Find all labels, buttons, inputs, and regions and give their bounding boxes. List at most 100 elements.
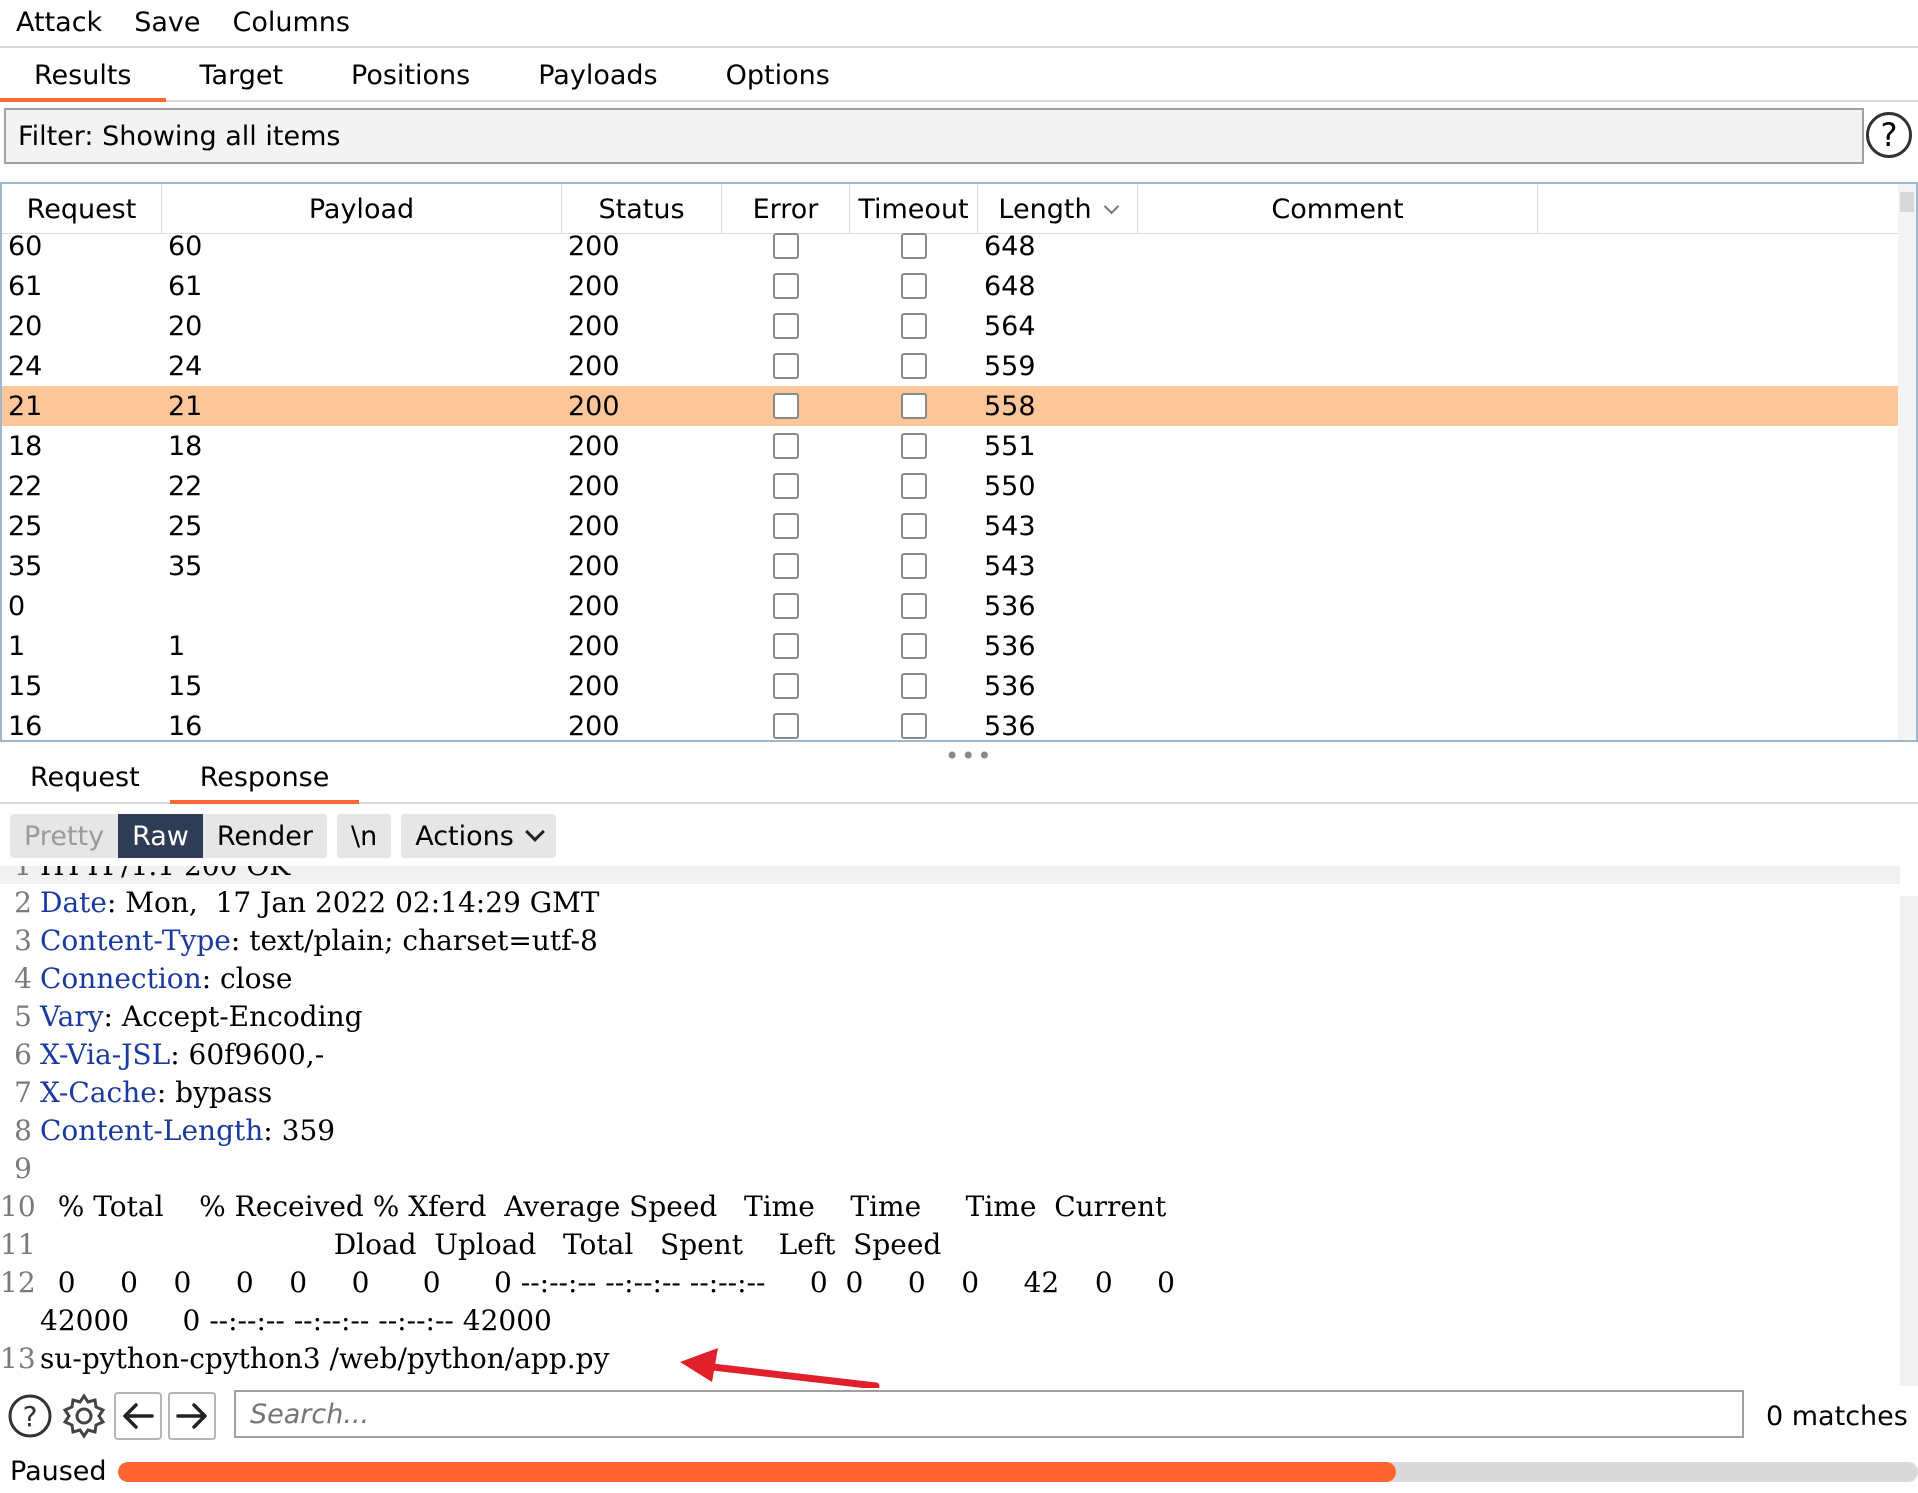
cell-length: 536	[984, 590, 1036, 622]
cell-length: 558	[984, 390, 1036, 422]
help-icon[interactable]: ?	[6, 1392, 54, 1440]
timeout-checkbox[interactable]	[901, 273, 927, 299]
cell-payload: 25	[168, 510, 203, 542]
error-checkbox[interactable]	[773, 593, 799, 619]
error-checkbox[interactable]	[773, 353, 799, 379]
cell-comment	[1138, 626, 1538, 666]
error-checkbox[interactable]	[773, 233, 799, 259]
table-row[interactable]: 16 16 200 536	[2, 706, 1902, 741]
table-row[interactable]: 25 25 200 543	[2, 506, 1902, 546]
tab-results[interactable]: Results	[0, 50, 166, 102]
error-cell	[722, 506, 850, 546]
raw-button[interactable]: Raw	[118, 814, 203, 858]
filter-bar[interactable]: Filter: Showing all items	[4, 108, 1864, 164]
table-scrollbar-thumb[interactable]	[1900, 192, 1914, 212]
code-line: 2 Date: Mon, 17 Jan 2022 02:14:29 GMT	[0, 883, 599, 921]
error-checkbox[interactable]	[773, 673, 799, 699]
error-checkbox[interactable]	[773, 713, 799, 739]
header-value: : bypass	[156, 1075, 273, 1109]
line-number: 2	[14, 885, 32, 919]
table-row[interactable]: 35 35 200 543	[2, 546, 1902, 586]
table-scrollbar[interactable]	[1898, 184, 1916, 740]
cell-payload: 60	[168, 230, 203, 262]
header-value: : 60f9600,-	[170, 1037, 325, 1071]
header-value: : 359	[263, 1113, 336, 1147]
timeout-checkbox[interactable]	[901, 433, 927, 459]
error-cell	[722, 346, 850, 386]
code-line: 6 X-Via-JSL: 60f9600,-	[0, 1035, 324, 1073]
error-checkbox[interactable]	[773, 633, 799, 659]
table-row[interactable]: 1 1 200 536	[2, 626, 1902, 666]
menu-save[interactable]: Save	[118, 0, 216, 47]
cell-request: 35	[8, 550, 43, 582]
editor-scrollbar[interactable]	[1900, 896, 1918, 1386]
table-row[interactable]: 61 61 200 648	[2, 266, 1902, 306]
error-checkbox[interactable]	[773, 313, 799, 339]
header-value: : close	[201, 961, 293, 995]
filter-help-icon[interactable]: ?	[1866, 112, 1912, 158]
error-checkbox[interactable]	[773, 513, 799, 539]
line-number: 8	[14, 1113, 32, 1147]
cell-length: 648	[984, 230, 1036, 262]
line-number: 3	[14, 923, 32, 957]
body-text: 0 0 0 0 0 0 0 0 --:--:-- --:--:-- --:--:…	[40, 1265, 1175, 1299]
newline-toggle-button[interactable]: \n	[337, 814, 392, 858]
cell-status: 200	[568, 430, 620, 462]
timeout-checkbox[interactable]	[901, 393, 927, 419]
arrow-right-icon[interactable]	[168, 1392, 216, 1440]
menu-columns[interactable]: Columns	[216, 0, 365, 47]
table-row[interactable]: 60 60 200 648	[2, 226, 1902, 266]
menu-attack[interactable]: Attack	[0, 0, 118, 47]
timeout-checkbox[interactable]	[901, 473, 927, 499]
timeout-cell	[850, 506, 978, 546]
error-checkbox[interactable]	[773, 273, 799, 299]
table-row[interactable]: 18 18 200 551	[2, 426, 1902, 466]
error-checkbox[interactable]	[773, 473, 799, 499]
tab-target[interactable]: Target	[166, 50, 318, 100]
line-number: 4	[14, 961, 32, 995]
table-row[interactable]: 15 15 200 536	[2, 666, 1902, 706]
tab-positions[interactable]: Positions	[317, 50, 504, 100]
cell-payload: 35	[168, 550, 203, 582]
tab-options[interactable]: Options	[692, 50, 864, 100]
timeout-checkbox[interactable]	[901, 313, 927, 339]
gear-icon[interactable]	[60, 1392, 108, 1440]
render-button[interactable]: Render	[202, 814, 327, 858]
table-row[interactable]: 20 20 200 564	[2, 306, 1902, 346]
error-checkbox[interactable]	[773, 433, 799, 459]
timeout-checkbox[interactable]	[901, 713, 927, 739]
error-cell	[722, 626, 850, 666]
code-line: 10 % Total % Received % Xferd Average Sp…	[0, 1187, 1166, 1225]
column-header-length-label: Length	[998, 193, 1092, 225]
timeout-checkbox[interactable]	[901, 353, 927, 379]
tab-response[interactable]: Response	[169, 752, 360, 804]
code-line: 8 Content-Length: 359	[0, 1111, 335, 1149]
timeout-checkbox[interactable]	[901, 673, 927, 699]
header-name: X-Cache	[40, 1075, 157, 1109]
tab-request[interactable]: Request	[0, 752, 170, 802]
table-row[interactable]: 0 200 536	[2, 586, 1902, 626]
timeout-checkbox[interactable]	[901, 553, 927, 579]
error-checkbox[interactable]	[773, 553, 799, 579]
table-row[interactable]: 22 22 200 550	[2, 466, 1902, 506]
timeout-cell	[850, 466, 978, 506]
table-row[interactable]: 21 21 200 558	[2, 386, 1902, 426]
line-number: 11	[0, 1227, 36, 1261]
timeout-checkbox[interactable]	[901, 593, 927, 619]
line-number: 6	[14, 1037, 32, 1071]
error-cell	[722, 386, 850, 426]
actions-dropdown[interactable]: Actions	[401, 814, 556, 858]
tab-payloads[interactable]: Payloads	[504, 50, 691, 100]
cell-payload: 1	[168, 630, 186, 662]
timeout-checkbox[interactable]	[901, 633, 927, 659]
response-editor[interactable]: 1HTTP/1.1 200 OK2Date: Mon, 17 Jan 2022 …	[0, 866, 1918, 1386]
timeout-checkbox[interactable]	[901, 233, 927, 259]
timeout-cell	[850, 626, 978, 666]
error-checkbox[interactable]	[773, 393, 799, 419]
table-row[interactable]: 24 24 200 559	[2, 346, 1902, 386]
arrow-left-icon[interactable]	[114, 1392, 162, 1440]
cell-payload	[162, 586, 562, 626]
timeout-checkbox[interactable]	[901, 513, 927, 539]
search-input[interactable]	[234, 1390, 1744, 1438]
pretty-button[interactable]: Pretty	[10, 814, 119, 858]
